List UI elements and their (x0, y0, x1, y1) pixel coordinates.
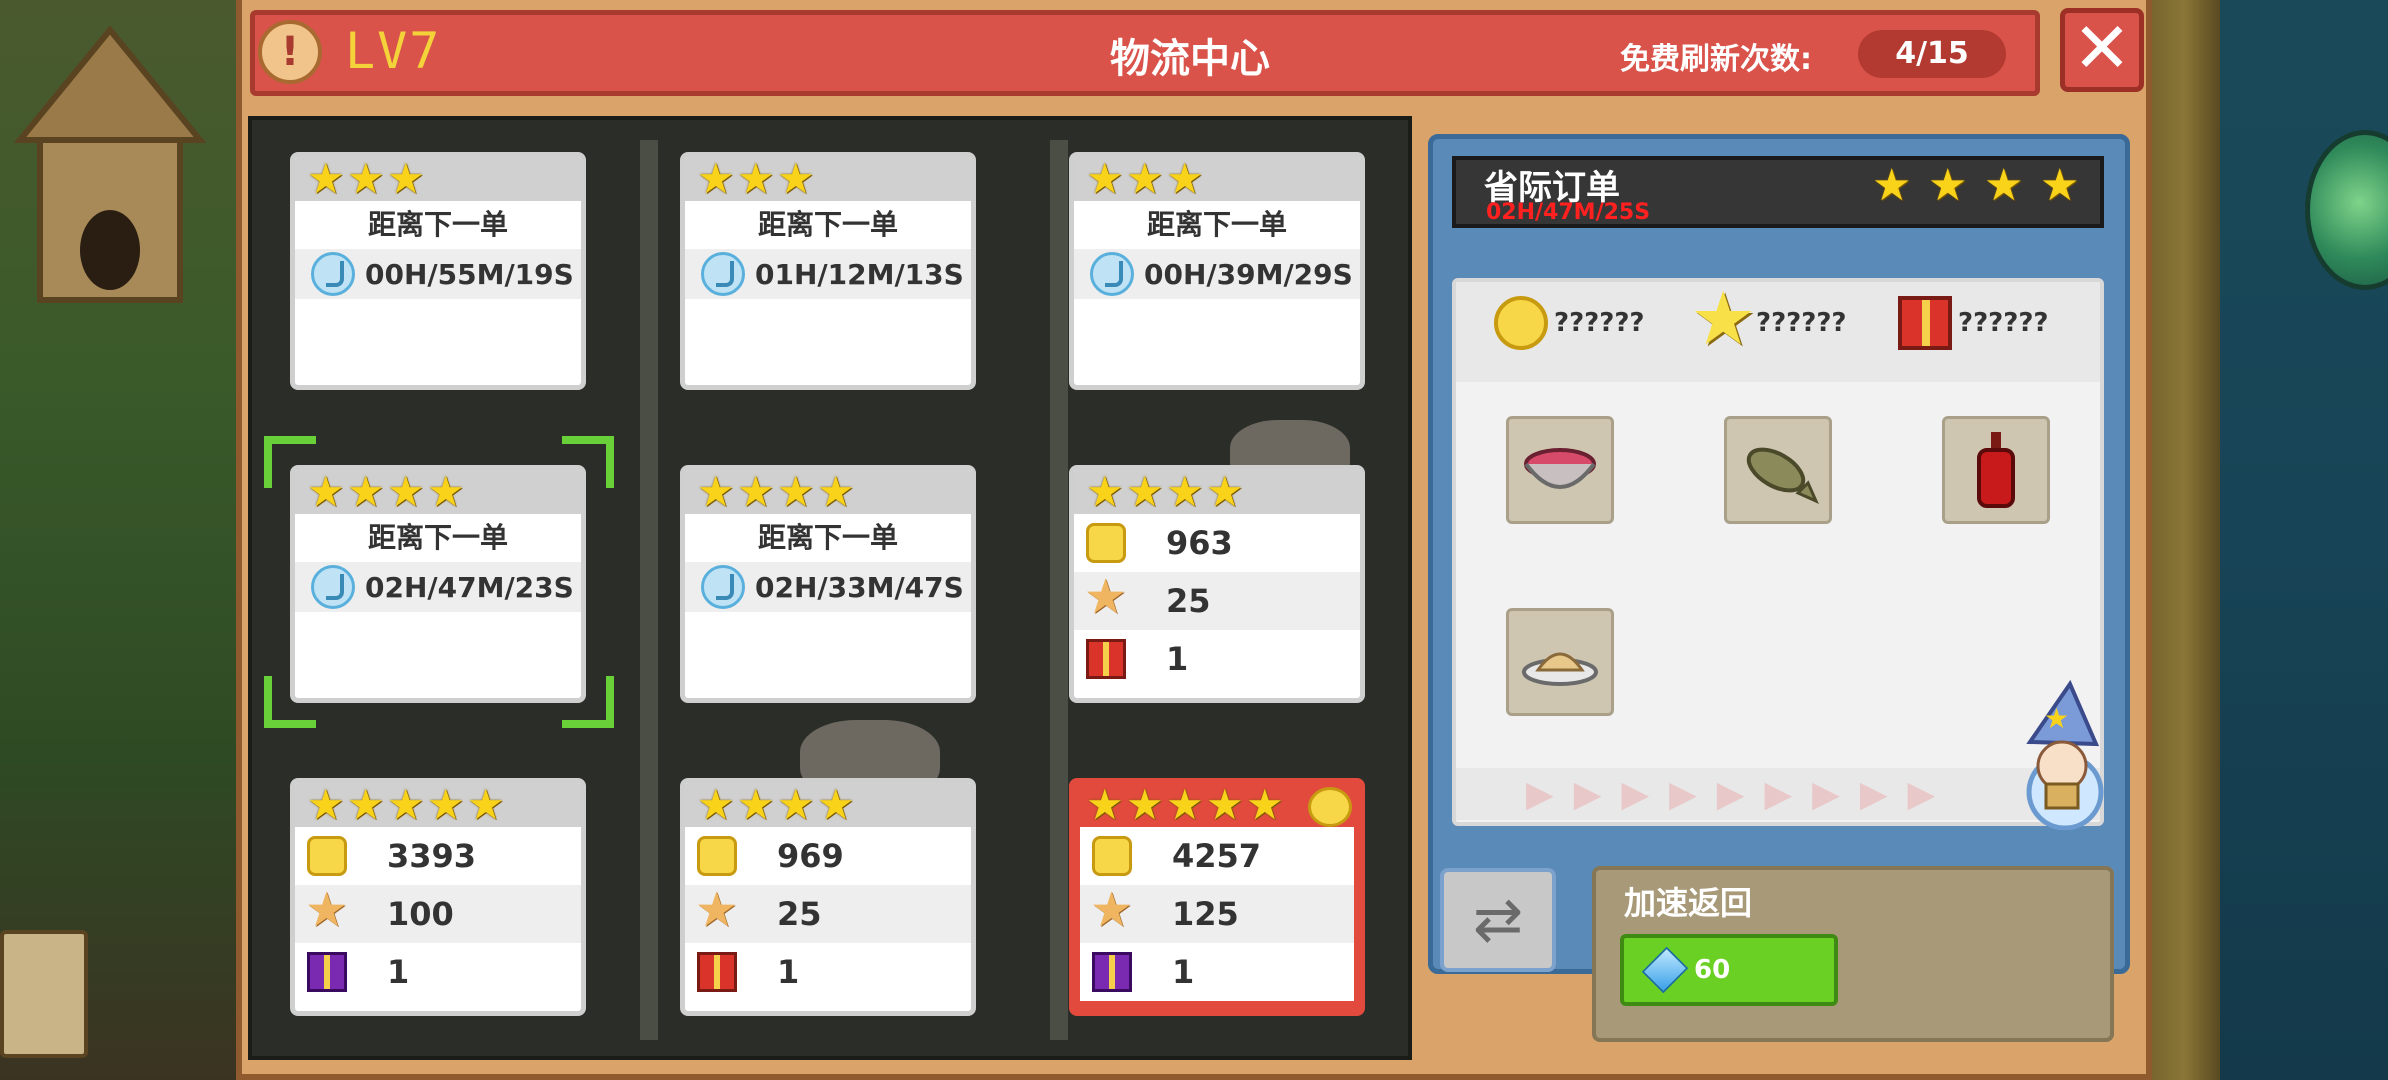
card-stars (1074, 157, 1360, 203)
gift-reward: 1 (1172, 953, 1195, 991)
card-stars (295, 783, 581, 829)
purple-gift-icon (1092, 952, 1132, 992)
order-stars (1872, 160, 2079, 211)
meat-bowl-icon (1524, 448, 1596, 489)
countdown-timer: 02H/33M/47S (755, 570, 964, 604)
star-icon (1090, 882, 1133, 938)
coin-icon (307, 836, 347, 876)
flour-plate-icon (1522, 652, 1598, 686)
speedup-label: 加速返回 (1624, 884, 1753, 922)
clock-icon (1090, 252, 1134, 296)
sauce-bottle-icon (1977, 432, 2015, 508)
star-icon (1872, 160, 1911, 211)
order-card[interactable]: 963 25 1 (1069, 465, 1365, 703)
clock-icon (701, 565, 745, 609)
gift-reward: 1 (777, 953, 800, 991)
hut-decoration (13, 25, 207, 303)
star-reward-summary: ?????? (1690, 276, 1847, 362)
close-button[interactable]: ✕ (2060, 8, 2144, 92)
gift-reward-summary: ?????? (1898, 296, 2049, 350)
star-icon (695, 882, 738, 938)
order-card[interactable]: 969 25 1 (680, 778, 976, 1016)
order-card-selected[interactable]: 4257 125 1 (1069, 778, 1365, 1016)
order-card[interactable]: 距离下一单 02H/33M/47S (680, 465, 976, 703)
clock-icon (701, 252, 745, 296)
countdown-timer: 02H/47M/23S (365, 570, 574, 604)
wait-label: 距离下一单 (367, 208, 508, 241)
gem-icon (1641, 946, 1689, 994)
wait-label: 距离下一单 (757, 521, 898, 554)
order-timer: 02H/47M/25S (1486, 200, 1651, 225)
required-item[interactable] (1506, 416, 1614, 524)
star-icon (1690, 276, 1756, 362)
order-card[interactable]: 距离下一单 00H/55M/19S (290, 152, 586, 390)
card-stars (685, 157, 971, 203)
star-icon (1984, 160, 2023, 211)
coin-icon (1086, 523, 1126, 563)
countdown-timer: 00H/55M/19S (365, 257, 574, 291)
info-icon[interactable]: ! (258, 20, 322, 84)
refresh-label: 免费刷新次数: (1620, 42, 1812, 77)
card-stars (685, 783, 971, 829)
order-card[interactable]: 距离下一单 00H/39M/29S (1069, 152, 1365, 390)
star-icon (305, 882, 348, 938)
order-card[interactable]: 距离下一单 02H/47M/23S (290, 465, 586, 703)
wait-label: 距离下一单 (1146, 208, 1287, 241)
refresh-count-badge: 4/15 (1858, 30, 2006, 78)
star-icon (1928, 160, 1967, 211)
coin-reward: 963 (1166, 524, 1233, 562)
star-reward: 25 (777, 895, 822, 933)
gift-reward: 1 (387, 953, 410, 991)
countdown-timer: 00H/39M/29S (1144, 257, 1353, 291)
required-item[interactable] (1506, 608, 1614, 716)
required-item[interactable] (1724, 416, 1832, 524)
wizard-courier-icon: ★ (2026, 680, 2104, 830)
star-reward: 125 (1172, 895, 1239, 933)
clock-icon (311, 565, 355, 609)
side-pot-decoration (0, 930, 88, 1058)
track-rail (640, 140, 658, 1040)
speedup-button[interactable]: 60 (1620, 934, 1838, 1006)
track-rail (1050, 140, 1068, 1040)
gift-icon (1086, 639, 1126, 679)
speedup-cost: 60 (1694, 955, 1731, 985)
clock-icon (311, 252, 355, 296)
purple-gift-icon (307, 952, 347, 992)
fish-icon (1746, 447, 1819, 504)
swap-order-button[interactable]: ⇄ (1440, 868, 1556, 972)
wait-label: 距离下一单 (757, 208, 898, 241)
coin-icon (1092, 836, 1132, 876)
level-label: LV7 (345, 22, 442, 80)
card-stars (295, 470, 581, 516)
svg-text:★: ★ (2044, 702, 2069, 735)
wait-label: 距离下一单 (367, 521, 508, 554)
card-stars (685, 470, 971, 516)
coin-bonus-icon (1308, 787, 1352, 827)
gift-reward-value: ?????? (1958, 308, 2049, 338)
gift-icon (697, 952, 737, 992)
star-reward: 25 (1166, 582, 1211, 620)
star-reward-value: ?????? (1756, 308, 1847, 338)
star-icon (2040, 160, 2079, 211)
star-reward: 100 (387, 895, 454, 933)
coin-reward: 4257 (1172, 837, 1262, 875)
countdown-timer: 01H/12M/13S (755, 257, 964, 291)
required-item[interactable] (1942, 416, 2050, 524)
gift-icon (1898, 296, 1952, 350)
coin-reward-value: ?????? (1554, 308, 1645, 338)
coin-reward: 969 (777, 837, 844, 875)
coin-icon (1494, 296, 1548, 350)
card-stars (1074, 470, 1360, 516)
coin-reward: 3393 (387, 837, 477, 875)
star-icon (1084, 569, 1127, 625)
card-stars (295, 157, 581, 203)
coin-reward-summary: ?????? (1494, 296, 1645, 350)
page-title: 物流中心 (1110, 36, 1270, 82)
order-card[interactable]: 3393 100 1 (290, 778, 586, 1016)
order-card[interactable]: 距离下一单 01H/12M/13S (680, 152, 976, 390)
gift-reward: 1 (1166, 640, 1189, 678)
coin-icon (697, 836, 737, 876)
